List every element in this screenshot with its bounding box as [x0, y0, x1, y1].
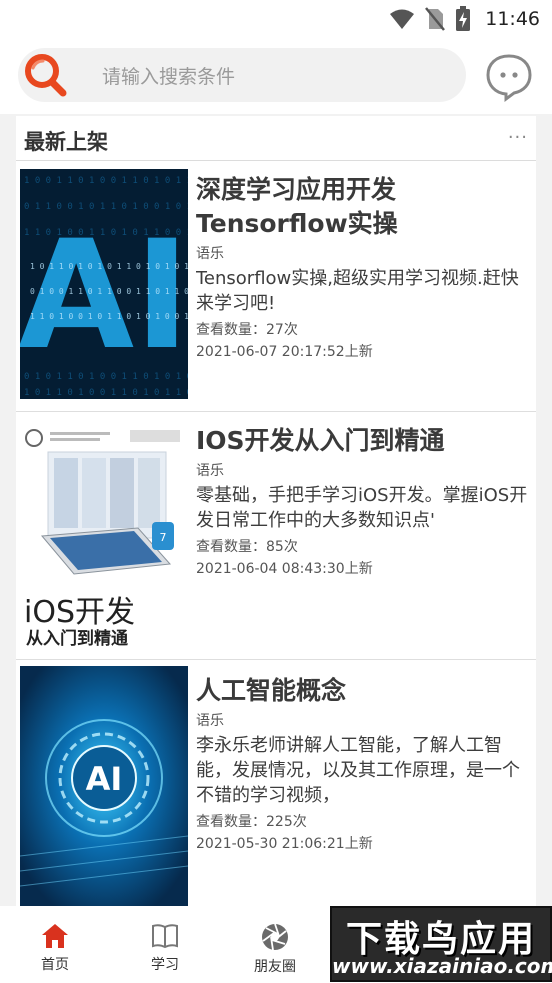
course-title: IOS开发从入门到精通	[196, 426, 445, 455]
course-description: 李永乐老师讲解人工智能，了解人工智能，发展情况，以及其工作原理，是一个不错的学习…	[196, 735, 520, 806]
course-thumbnail: 7 iOS开发 从入门到精通	[20, 424, 188, 649]
section-header: 最新上架 ...	[16, 116, 536, 161]
thumb-subtext: 从入门到精通	[26, 628, 128, 649]
course-author: 语乐	[196, 713, 224, 729]
course-views: 查看数量：225次	[196, 814, 307, 830]
thumb-text: AI	[20, 209, 188, 383]
search-header: 请输入搜索条件	[0, 38, 552, 114]
status-bar: 11:46	[0, 0, 552, 38]
home-icon	[42, 924, 68, 948]
more-button[interactable]: ...	[508, 122, 528, 143]
course-thumbnail: 1 0 0 1 1 0 1 0 0 1 1 0 1 0 1 1 0 1 1 0 …	[20, 169, 188, 399]
course-card[interactable]: 7 iOS开发 从入门到精通 IOS开发从入门到精通 语乐 零基础，手把手学习i…	[16, 412, 536, 660]
nav-item-study[interactable]: 学习	[125, 922, 205, 974]
svg-text:7: 7	[160, 531, 167, 544]
nav-label: 朋友圈	[254, 959, 296, 975]
course-description: Tensorflow实操,超级实用学习视频.赶快来学习吧!	[196, 268, 519, 314]
course-title: 人工智能概念	[196, 676, 347, 705]
course-description: 零基础，手把手学习iOS开发。掌握iOS开发日常工作中的大多数知识点'	[196, 485, 528, 531]
nav-item-home[interactable]: 首页	[15, 922, 95, 974]
course-author: 语乐	[196, 246, 224, 262]
svg-text:0 1 0 0 1 1 0 1 1 0 0 1 1 0 1: 0 1 0 0 1 1 0 1 1 0 0 1 1 0 1 1 0	[30, 287, 188, 296]
thumb-text: iOS开发	[24, 595, 135, 630]
course-card[interactable]: AI 人工智能概念 语乐 李永乐老师讲解人工智能，了解人工智能，发展情况，以及其…	[16, 660, 536, 906]
course-card[interactable]: 1 0 0 1 1 0 1 0 0 1 1 0 1 0 1 1 0 1 1 0 …	[16, 161, 536, 412]
course-info: 人工智能概念 语乐 李永乐老师讲解人工智能，了解人工智能，发展情况，以及其工作原…	[196, 674, 532, 855]
watermark-sub: www.xiazainiao.com	[332, 954, 552, 978]
search-icon[interactable]	[18, 49, 70, 101]
status-icons: 11:46	[389, 6, 540, 32]
nav-label: 学习	[151, 957, 179, 973]
svg-text:1 0 0 1 1 0 1 0 0 1 1 0 1 0 1: 1 0 0 1 1 0 1 0 0 1 1 0 1 0 1 1	[24, 176, 188, 186]
svg-text:1 0 1 1 0 1 0 1 0 1 1 0 1 0 1: 1 0 1 1 0 1 0 1 0 1 1 0 1 0 1 0 1	[30, 262, 188, 271]
wifi-icon	[390, 9, 415, 29]
battery-charging-icon	[456, 6, 471, 31]
course-title: 深度学习应用开发Tensorflow实操	[196, 175, 398, 238]
svg-text:1 0 1 1 0 1 0 0 1 1 0 1 0 1 1: 1 0 1 1 0 1 0 0 1 1 0 1 0 1 1 0	[24, 388, 188, 398]
course-views: 查看数量：85次	[196, 539, 298, 555]
course-date: 2021-05-30 21:06:21上新	[196, 836, 373, 852]
course-info: 深度学习应用开发Tensorflow实操 语乐 Tensorflow实操,超级实…	[196, 173, 532, 363]
course-thumbnail: AI	[20, 666, 188, 906]
course-author: 语乐	[196, 463, 224, 479]
status-time: 11:46	[485, 8, 540, 30]
chat-icon[interactable]	[484, 52, 534, 102]
search-input[interactable]: 请输入搜索条件	[102, 62, 235, 89]
watermark-logo: 下载鸟应用 www.xiazainiao.com	[330, 906, 552, 982]
course-info: IOS开发从入门到精通 语乐 零基础，手把手学习iOS开发。掌握iOS开发日常工…	[196, 424, 532, 580]
nav-item-moments[interactable]: 朋友圈	[235, 922, 315, 976]
no-sim-icon	[425, 7, 446, 31]
section-title: 最新上架	[24, 130, 108, 154]
thumb-text: AI	[86, 760, 123, 798]
nav-label: 首页	[41, 957, 69, 973]
course-date: 2021-06-04 08:43:30上新	[196, 561, 373, 577]
course-date: 2021-06-07 20:17:52上新	[196, 344, 373, 360]
course-views: 查看数量：27次	[196, 322, 298, 338]
book-icon	[152, 924, 178, 949]
search-box[interactable]: 请输入搜索条件	[18, 48, 466, 102]
svg-text:1 1 0 1 0 0 1 0 1 1 0 1 0 1 0: 1 1 0 1 0 0 1 0 1 1 0 1 0 1 0 0 1	[30, 312, 188, 321]
aperture-icon	[262, 923, 288, 951]
